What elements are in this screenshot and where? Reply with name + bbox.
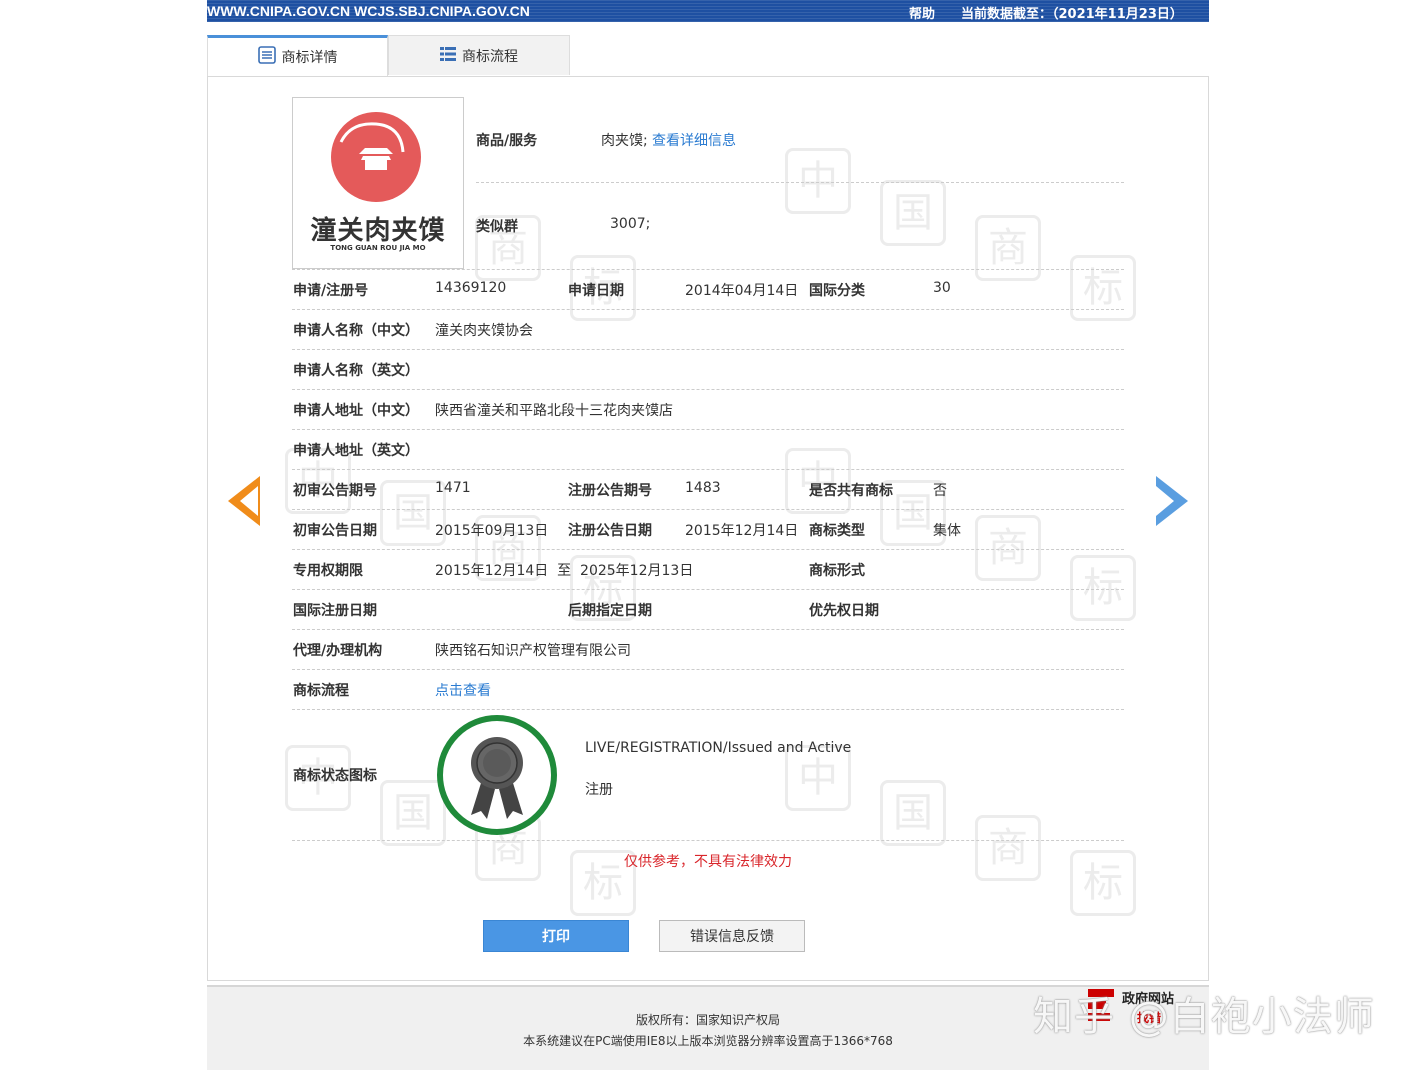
divider	[292, 629, 1124, 630]
term-value: 2015年12月14日 至 2025年12月13日	[435, 563, 694, 579]
watermark-char: 国	[880, 180, 946, 246]
watermark-char: 标	[1070, 255, 1136, 321]
divider	[292, 549, 1124, 550]
status-en: LIVE/REGISTRATION/Issued and Active	[585, 740, 852, 756]
divider	[292, 840, 1124, 841]
tab-label: 商标流程	[462, 48, 518, 65]
logo-emblem-icon	[331, 112, 421, 202]
divider	[292, 389, 1124, 390]
agent-label: 代理/办理机构	[293, 643, 383, 659]
tm-type-label: 商标类型	[809, 523, 865, 539]
reg-no-label: 申请/注册号	[293, 283, 369, 299]
reg-pub-no-label: 注册公告期号	[568, 483, 652, 499]
intl-class-label: 国际分类	[809, 283, 865, 299]
tab-trademark-detail[interactable]: 商标详情	[207, 35, 388, 76]
term-label: 专用权期限	[293, 563, 363, 579]
divider	[292, 349, 1124, 350]
status-cn: 注册	[585, 782, 613, 798]
disclaimer-text: 仅供参考，不具有法律效力	[624, 854, 792, 870]
divider	[292, 709, 1124, 710]
zhihu-watermark: 知乎 @白袍小法师	[1033, 994, 1375, 1040]
app-date-label: 申请日期	[568, 283, 624, 299]
similar-group-label: 类似群	[476, 219, 518, 235]
tm-flow-link[interactable]: 点击查看	[435, 680, 491, 700]
list-icon	[440, 46, 456, 66]
divider	[292, 509, 1124, 510]
error-feedback-button[interactable]: 错误信息反馈	[659, 920, 805, 952]
applicant-addr-en-label: 申请人地址（英文）	[293, 443, 419, 459]
divider	[292, 469, 1124, 470]
applicant-name-cn-label: 申请人名称（中文）	[293, 323, 419, 339]
logo-subtext: TONG GUAN ROU JIA MO	[330, 244, 426, 252]
tab-bar: 商标详情 商标流程	[207, 35, 1209, 76]
registered-ribbon-icon	[437, 715, 557, 835]
prelim-no-label: 初审公告期号	[293, 483, 377, 499]
prelim-date-label: 初审公告日期	[293, 523, 377, 539]
shared-tm-value: 否	[933, 483, 947, 499]
later-date-label: 后期指定日期	[568, 603, 652, 619]
tab-trademark-flow[interactable]: 商标流程	[388, 35, 570, 75]
reg-no-value: 14369120	[435, 280, 507, 296]
intl-reg-date-label: 国际注册日期	[293, 603, 377, 619]
applicant-name-cn-value: 潼关肉夹馍协会	[435, 323, 533, 339]
document-list-icon	[257, 46, 276, 68]
reg-pub-no-value: 1483	[685, 480, 721, 496]
goods-detail-link[interactable]: 查看详细信息	[652, 130, 736, 150]
divider	[292, 309, 1124, 310]
agent-value: 陕西铭石知识产权管理有限公司	[435, 643, 631, 659]
data-cutoff-date: 当前数据截至：（2021年11月23日）	[961, 7, 1183, 22]
applicant-addr-cn-value: 陕西省潼关和平路北段十三花肉夹馍店	[435, 403, 673, 419]
priority-date-label: 优先权日期	[809, 603, 879, 619]
prelim-date-value: 2015年09月13日	[435, 523, 549, 539]
applicant-addr-cn-label: 申请人地址（中文）	[293, 403, 419, 419]
prelim-no-value: 1471	[435, 480, 471, 496]
watermark-char: 国	[880, 780, 946, 846]
next-arrow-icon[interactable]	[1156, 476, 1188, 526]
watermark-char: 国	[380, 780, 446, 846]
goods-label: 商品/服务	[476, 133, 538, 149]
site-url[interactable]: WWW.CNIPA.GOV.CN WCJS.SBJ.CNIPA.GOV.CN	[207, 3, 530, 19]
divider	[292, 269, 1124, 270]
watermark-char: 商	[975, 815, 1041, 881]
print-button[interactable]: 打印	[483, 920, 629, 952]
similar-group-value: 3007;	[610, 216, 651, 232]
tab-label: 商标详情	[281, 50, 338, 66]
goods-value: 肉夹馍;	[601, 133, 648, 149]
tm-flow-label: 商标流程	[293, 683, 349, 699]
watermark-char: 商	[975, 215, 1041, 281]
divider	[292, 589, 1124, 590]
reg-pub-date-label: 注册公告日期	[568, 523, 652, 539]
tm-type-value: 集体	[933, 523, 961, 539]
reg-pub-date-value: 2015年12月14日	[685, 523, 799, 539]
watermark-char: 标	[1070, 555, 1136, 621]
status-icon-label: 商标状态图标	[293, 768, 377, 784]
trademark-image: 潼关肉夹馍 TONG GUAN ROU JIA MO	[292, 97, 464, 269]
watermark-char: 商	[975, 515, 1041, 581]
divider	[292, 429, 1124, 430]
divider	[476, 182, 1124, 183]
tm-form-label: 商标形式	[809, 563, 865, 579]
logo-text: 潼关肉夹馍	[310, 216, 446, 246]
app-date-value: 2014年04月14日	[685, 283, 799, 299]
previous-arrow-icon[interactable]	[228, 476, 260, 526]
intl-class-value: 30	[933, 280, 951, 296]
applicant-name-en-label: 申请人名称（英文）	[293, 363, 419, 379]
watermark-char: 中	[785, 148, 851, 214]
shared-tm-label: 是否共有商标	[809, 483, 893, 499]
watermark-char: 标	[1070, 850, 1136, 916]
divider	[292, 669, 1124, 670]
top-bar: WWW.CNIPA.GOV.CN WCJS.SBJ.CNIPA.GOV.CN 帮…	[207, 0, 1209, 22]
help-link[interactable]: 帮助	[909, 3, 935, 22]
